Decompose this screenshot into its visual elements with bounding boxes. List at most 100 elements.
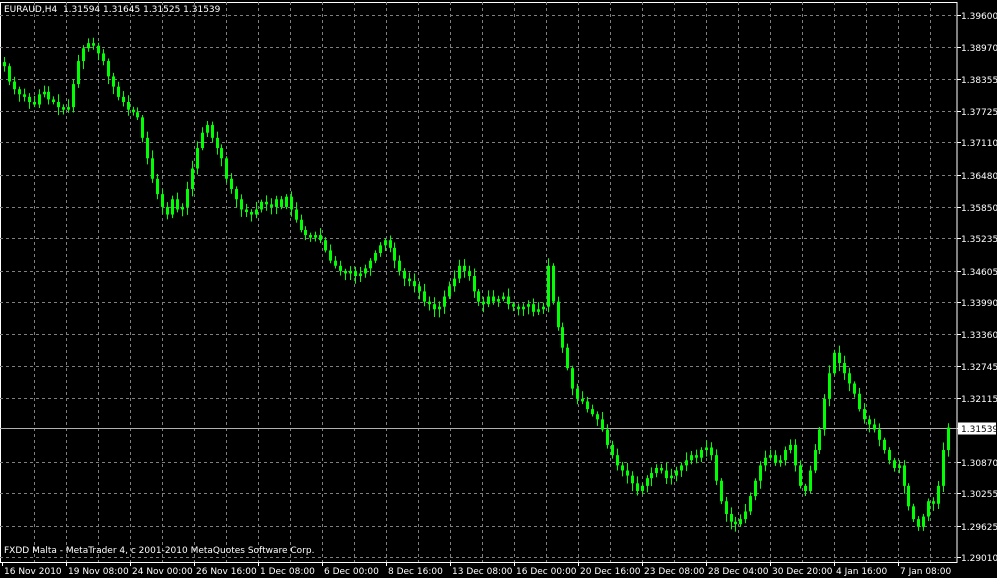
price-chart[interactable]: 1.39600 1.38970 1.38355 1.37725 1.37110 1.364…	[0, 0, 997, 578]
candle-body	[112, 76, 115, 87]
candle-body	[473, 276, 476, 292]
candle-body	[903, 465, 906, 486]
candle-body	[463, 265, 466, 271]
candle-body	[230, 178, 233, 190]
candle-body	[161, 194, 164, 207]
candle-body	[458, 265, 461, 279]
chart-window[interactable]: 1.39600 1.38970 1.38355 1.37725 1.37110 1.364…	[0, 0, 997, 578]
candle-body	[512, 304, 515, 307]
candle-body	[507, 296, 510, 305]
time-tick-label: 24 Nov 00:00	[132, 567, 193, 577]
candle-body	[57, 102, 60, 108]
candle-body	[744, 511, 747, 520]
time-tick-label: 23 Dec 08:00	[644, 567, 705, 577]
candle-body	[764, 457, 767, 466]
candle-body	[616, 455, 619, 466]
candle-body	[517, 306, 520, 310]
candle-body	[497, 299, 500, 302]
candle-body	[873, 424, 876, 430]
candle-body	[566, 347, 569, 369]
time-tick-label: 13 Dec 08:00	[452, 567, 513, 577]
candle-body	[838, 352, 841, 364]
candle-body	[52, 99, 55, 103]
price-tick-label: 1.35850	[961, 204, 997, 214]
candle-body	[586, 401, 589, 410]
time-tick-label: 16 Nov 2010	[4, 567, 62, 577]
price-tick-label: 1.29010	[961, 554, 997, 564]
candle-body	[374, 252, 377, 261]
candle-body	[413, 281, 416, 287]
ohlc-values: 1.31594 1.31645 1.31525 1.31539	[62, 5, 221, 15]
price-tick-label: 1.33990	[961, 299, 997, 309]
candle-body	[858, 393, 861, 410]
candle-body	[522, 306, 525, 310]
candle-body	[547, 265, 550, 307]
candle-body	[92, 43, 95, 46]
price-tick-label: 1.39600	[961, 12, 997, 22]
candle-body	[136, 112, 139, 118]
candle-body	[334, 260, 337, 266]
candle-body	[319, 235, 322, 241]
candle-body	[660, 467, 663, 471]
candle-body	[794, 444, 797, 466]
candle-body	[784, 450, 787, 461]
candle-body	[557, 301, 560, 328]
candle-body	[853, 383, 856, 394]
candle-body	[344, 270, 347, 274]
candle-body	[77, 61, 80, 85]
candle-body	[398, 260, 401, 271]
candle-body	[408, 278, 411, 282]
time-tick-label: 28 Dec 04:00	[708, 567, 769, 577]
candle-body	[379, 245, 382, 253]
candle-body	[774, 455, 777, 463]
candle-body	[265, 201, 268, 205]
candle-body	[201, 132, 204, 149]
candle-body	[117, 86, 120, 97]
candle-body	[240, 199, 243, 210]
candle-body	[285, 196, 288, 207]
price-tick-label: 1.35235	[961, 235, 997, 245]
price-tick-label: 1.29625	[961, 523, 997, 533]
candle-body	[695, 455, 698, 458]
candle-body	[927, 501, 930, 517]
price-tick-label: 1.30255	[961, 490, 997, 500]
candle-body	[220, 148, 223, 159]
candle-body	[789, 444, 792, 451]
candle-body	[769, 455, 772, 458]
candle-body	[947, 427, 950, 451]
candle-body	[186, 189, 189, 207]
candle-body	[749, 496, 752, 512]
candle-body	[216, 137, 219, 149]
candle-body	[33, 102, 36, 105]
time-tick-label: 6 Dec 00:00	[324, 567, 379, 577]
candle-body	[631, 475, 634, 484]
candle-body	[206, 125, 209, 133]
candle-body	[67, 107, 70, 110]
time-tick-label: 20 Dec 16:00	[580, 567, 641, 577]
candle-body	[571, 368, 574, 389]
candle-body	[734, 521, 737, 525]
candle-body	[107, 61, 110, 77]
candle-body	[542, 306, 545, 310]
candle-body	[868, 419, 871, 425]
candle-body	[354, 270, 357, 277]
time-tick-label: 7 Jan 08:00	[900, 567, 952, 577]
candle-body	[196, 148, 199, 169]
candle-body	[527, 304, 530, 307]
candle-body	[477, 291, 480, 302]
time-tick-label: 16 Dec 00:00	[516, 567, 577, 577]
candle-body	[606, 429, 609, 445]
price-axis: 1.39600 1.38970 1.38355 1.37725 1.37110 1.364…	[957, 12, 997, 564]
candle-body	[255, 209, 258, 215]
candle-body	[314, 235, 317, 238]
time-tick-label: 1 Dec 08:00	[260, 567, 315, 577]
candle-body	[561, 327, 564, 348]
candle-body	[804, 485, 807, 491]
candle-body	[364, 268, 367, 274]
candle-body	[754, 480, 757, 497]
candle-body	[295, 209, 298, 220]
candle-body	[532, 304, 535, 312]
grid-lines	[0, 2, 958, 563]
candle-body	[384, 240, 387, 246]
candle-body	[779, 460, 782, 463]
